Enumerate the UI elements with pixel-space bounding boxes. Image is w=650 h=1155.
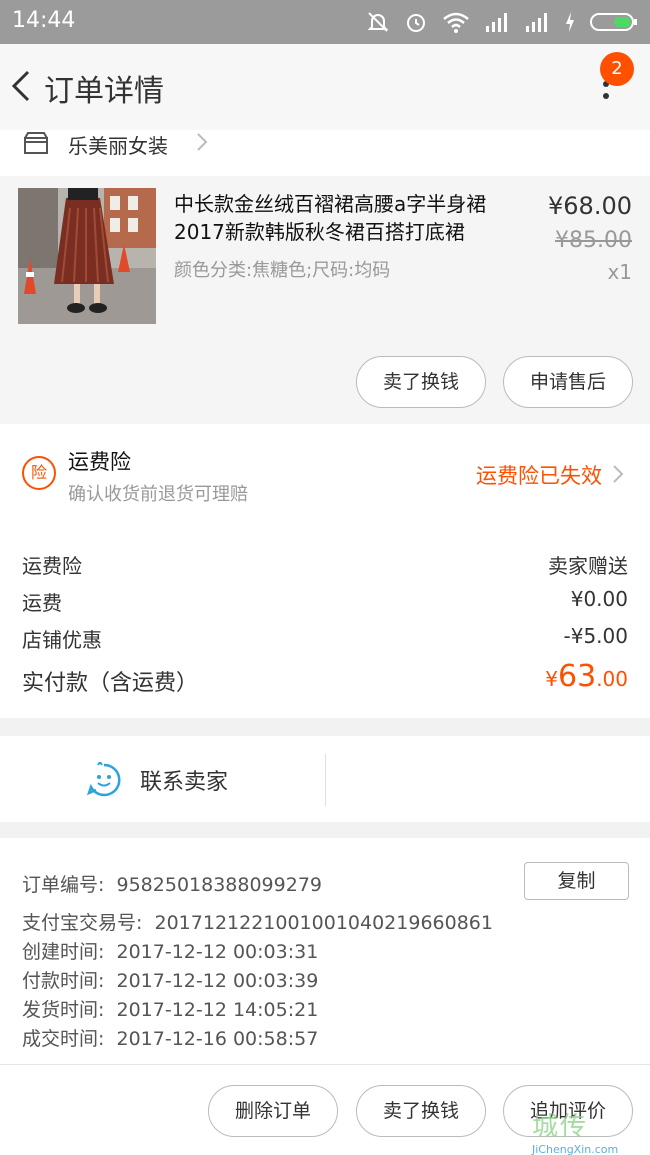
notification-badge: 2 [600,52,634,86]
copy-button[interactable]: 复制 [524,862,629,900]
fee-label: 店铺优惠 [22,628,102,652]
nav-bar: 订单详情 2 [0,44,650,130]
shipped-label: 发货时间: [22,999,105,1021]
status-icons [366,8,638,36]
watermark: 城传 JiChengXin.com [532,1106,648,1155]
fee-label: 运费 [22,591,62,615]
fee-value: 卖家赠送 [548,554,628,578]
fee-value: ¥0.00 [570,587,628,611]
total-label: 实付款（含运费） [22,671,199,696]
battery-icon [590,13,637,31]
product-name[interactable]: 中长款金丝绒百褶裙高腰a字半身裙2017新款韩版秋冬裙百搭打底裙 [174,190,519,246]
total-amount: ¥63.00 [545,659,628,694]
total-decimal: .00 [596,667,628,691]
alipay-number: 2017121221001001040219660861 [154,912,493,934]
alipay-line: 支付宝交易号: 2017121221001001040219660861 [22,908,493,935]
contact-seller-button[interactable]: 联系卖家 [140,764,228,796]
created-label: 创建时间: [22,941,105,963]
shop-bar[interactable]: 乐美丽女装 [0,130,650,176]
order-info: 订单编号: 95825018388099279 复制 支付宝交易号: 20171… [0,838,650,1064]
fee-row: 运费险 卖家赠送 [22,550,628,580]
sell-button[interactable]: 卖了换钱 [356,356,486,408]
total-row: 实付款（含运费） ¥63.00 [22,659,628,696]
insurance-icon: 险 [22,456,56,490]
contact-seller-bar: 联系卖家 [0,736,650,822]
done-line: 成交时间: 2017-12-16 00:58:57 [22,1024,318,1051]
insurance-status[interactable]: 运费险已失效 [476,460,602,490]
chat-bubble-icon[interactable] [86,762,122,798]
order-number: 95825018388099279 [116,874,323,896]
watermark-bottom: JiChengXin.com [532,1143,619,1155]
total-integer: 63 [558,659,597,694]
product-original-price: ¥85.00 [555,228,632,253]
fee-row: 运费 ¥0.00 [22,587,628,617]
created-line: 创建时间: 2017-12-12 00:03:31 [22,937,318,964]
insurance-subtitle: 确认收货前退货可理赔 [68,484,248,505]
fee-summary: 运费险 卖家赠送 运费 ¥0.00 店铺优惠 -¥5.00 实付款（含运费） ¥… [0,520,650,718]
shipping-insurance-row[interactable]: 险 运费险 确认收货前退货可理赔 运费险已失效 [0,424,650,520]
order-number-line: 订单编号: 95825018388099279 [22,870,322,897]
product-item[interactable]: 中长款金丝绒百褶裙高腰a字半身裙2017新款韩版秋冬裙百搭打底裙 颜色分类:焦糖… [0,176,650,424]
after-sale-button[interactable]: 申请售后 [503,356,633,408]
status-time: 14:44 [12,8,76,33]
shipped-line: 发货时间: 2017-12-12 14:05:21 [22,995,318,1022]
charging-icon [566,12,574,32]
done-time: 2017-12-16 00:58:57 [116,1028,319,1050]
order-number-label: 订单编号: [22,874,105,896]
alarm-icon [407,14,425,32]
delete-order-button[interactable]: 删除订单 [208,1085,338,1137]
total-symbol: ¥ [545,667,558,691]
product-thumbnail[interactable] [18,188,156,324]
paid-line: 付款时间: 2017-12-12 00:03:39 [22,966,318,993]
fee-label: 运费险 [22,554,82,578]
product-price: ¥68.00 [548,192,632,220]
signal-icon [486,13,507,32]
product-quantity: x1 [607,260,632,284]
alipay-label: 支付宝交易号: [22,912,143,934]
shop-icon [24,132,48,154]
shipped-time: 2017-12-12 14:05:21 [116,999,319,1021]
insurance-title: 运费险 [68,450,131,474]
page-title: 订单详情 [44,74,164,109]
divider [325,754,326,806]
signal-icon [526,13,547,32]
fee-value: -¥5.00 [563,624,628,648]
back-icon[interactable] [6,66,36,106]
created-time: 2017-12-12 00:03:31 [116,941,319,963]
chevron-right-icon [197,133,208,151]
fee-row: 店铺优惠 -¥5.00 [22,624,628,654]
wifi-icon [443,12,469,33]
status-bar: 14:44 [0,0,650,44]
chevron-right-icon [613,465,624,483]
mute-icon [367,12,389,32]
paid-time: 2017-12-12 00:03:39 [116,970,319,992]
product-sku: 颜色分类:焦糖色;尺码:均码 [174,260,391,281]
shop-name[interactable]: 乐美丽女装 [68,130,168,159]
paid-label: 付款时间: [22,970,105,992]
sell-button[interactable]: 卖了换钱 [356,1085,486,1137]
watermark-top: 城传 [532,1112,589,1142]
done-label: 成交时间: [22,1028,105,1050]
